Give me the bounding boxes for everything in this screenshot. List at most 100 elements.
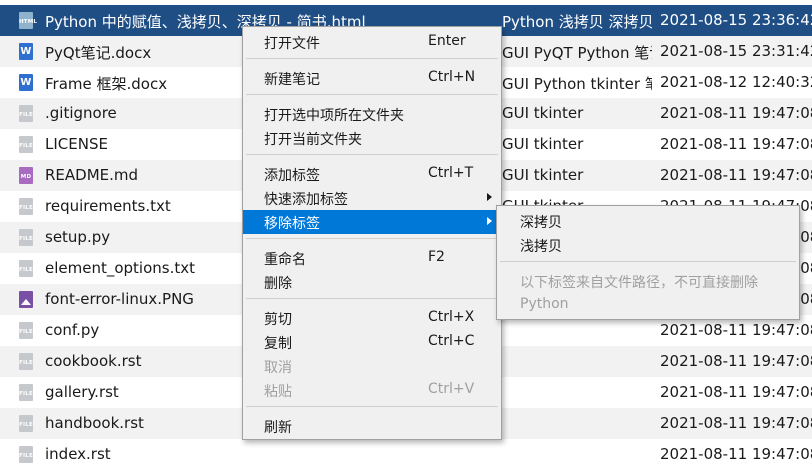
file-modified-date: 2021-08-15 23:31:42 <box>660 42 812 60</box>
submenu-item-label: 以下标签来自文件路径，不可直接删除 <box>520 275 758 291</box>
remove-tag-submenu: 深拷贝浅拷贝以下标签来自文件路径，不可直接删除 Python <box>496 205 800 320</box>
menu-item-shortcut: Enter <box>428 33 466 49</box>
submenu-item-label: 浅拷贝 <box>520 239 562 255</box>
menu-item[interactable]: 移除标签 <box>243 210 501 234</box>
file-name: LICENSE <box>45 135 108 153</box>
menu-item-shortcut: F2 <box>428 249 445 265</box>
file-name: setup.py <box>45 228 111 246</box>
file-name: Frame 框架.docx <box>45 75 168 93</box>
menu-separator <box>246 58 498 59</box>
generic-file-icon: FILE <box>19 322 33 339</box>
file-tags: GUI PyQT Python 笔记 <box>502 44 652 62</box>
file-row[interactable]: FILE index.rst 2021-08-11 19:47:08 <box>0 439 812 470</box>
menu-item-label: 新建笔记 <box>264 72 320 88</box>
menu-item-shortcut: Ctrl+T <box>428 165 474 181</box>
menu-item-label: 打开文件 <box>264 36 320 52</box>
menu-item-label: 打开当前文件夹 <box>264 132 362 148</box>
menu-separator <box>500 261 796 262</box>
file-modified-date: 2021-08-15 23:36:42 <box>660 11 812 29</box>
menu-item: 取消 <box>243 354 501 378</box>
menu-item[interactable]: 删除 <box>243 270 501 294</box>
generic-file-icon: FILE <box>19 260 33 277</box>
markdown-file-icon: MD <box>19 167 33 184</box>
file-modified-date: 2021-08-12 12:40:32 <box>660 73 812 91</box>
menu-item-label: 剪切 <box>264 312 292 328</box>
menu-item[interactable]: 打开文件 Enter <box>243 30 501 54</box>
submenu-item: Python <box>497 293 799 317</box>
file-modified-date: 2021-08-11 19:47:08 <box>660 166 812 184</box>
generic-file-icon: FILE <box>19 353 33 370</box>
menu-item-label: 粘贴 <box>264 384 292 400</box>
menu-item-label: 添加标签 <box>264 168 320 184</box>
menu-item-shortcut: Ctrl+V <box>428 381 475 397</box>
menu-item-label: 重命名 <box>264 252 306 268</box>
menu-item[interactable]: 复制 Ctrl+C <box>243 330 501 354</box>
file-modified-date: 2021-08-11 19:47:08 <box>660 383 812 401</box>
menu-separator <box>246 406 498 407</box>
menu-item[interactable]: 添加标签 Ctrl+T <box>243 162 501 186</box>
word-file-icon: W <box>19 74 33 91</box>
file-tags: GUI tkinter <box>502 166 584 184</box>
menu-item-label: 删除 <box>264 276 292 292</box>
generic-file-icon: FILE <box>19 229 33 246</box>
menu-separator <box>246 238 498 239</box>
file-modified-date: 2021-08-11 19:47:08 <box>660 414 812 432</box>
menu-item[interactable]: 刷新 <box>243 414 501 438</box>
menu-item[interactable]: 快速添加标签 <box>243 186 501 210</box>
file-name: requirements.txt <box>45 197 171 215</box>
word-file-icon: W <box>19 43 33 60</box>
menu-item-label: 移除标签 <box>264 216 320 232</box>
menu-item-label: 打开选中项所在文件夹 <box>264 108 404 124</box>
generic-file-icon: FILE <box>19 136 33 153</box>
submenu-item-label: 深拷贝 <box>520 215 562 231</box>
generic-file-icon: FILE <box>19 198 33 215</box>
file-name: PyQt笔记.docx <box>45 44 152 62</box>
menu-item-shortcut: Ctrl+N <box>428 69 476 85</box>
file-name: gallery.rst <box>45 383 119 401</box>
file-tags: GUI tkinter <box>502 135 584 153</box>
generic-file-icon: FILE <box>19 384 33 401</box>
menu-item-shortcut: Ctrl+X <box>428 309 475 325</box>
generic-file-icon: FILE <box>19 105 33 122</box>
file-tags: GUI Python tkinter 笔记 <box>502 75 652 93</box>
menu-item-label: 取消 <box>264 360 292 376</box>
menu-item[interactable]: 打开当前文件夹 <box>243 126 501 150</box>
file-name: element_options.txt <box>45 259 196 277</box>
submenu-item: 以下标签来自文件路径，不可直接删除 <box>497 269 799 293</box>
menu-item: 粘贴 Ctrl+V <box>243 378 501 402</box>
menu-item-label: 复制 <box>264 336 292 352</box>
file-name: conf.py <box>45 321 100 339</box>
file-tags: Python 浅拷贝 深拷贝 <box>502 13 652 31</box>
file-name: index.rst <box>45 445 111 463</box>
menu-item-label: 刷新 <box>264 420 292 436</box>
generic-file-icon: FILE <box>19 415 33 432</box>
file-modified-date: 2021-08-11 19:47:08 <box>660 104 812 122</box>
menu-separator <box>246 94 498 95</box>
menu-item-shortcut: Ctrl+C <box>428 333 475 349</box>
file-tags: GUI tkinter <box>502 104 584 122</box>
file-modified-date: 2021-08-11 19:47:08 <box>660 321 812 339</box>
submenu-arrow-icon <box>487 193 492 201</box>
submenu-item-label: Python <box>520 296 569 312</box>
menu-item-label: 快速添加标签 <box>264 192 348 208</box>
file-modified-date: 2021-08-11 19:47:08 <box>660 352 812 370</box>
file-name: font-error-linux.PNG <box>45 290 194 308</box>
image-file-icon <box>19 291 33 308</box>
file-modified-date: 2021-08-11 19:47:08 <box>660 445 812 463</box>
submenu-item[interactable]: 深拷贝 <box>497 209 799 233</box>
submenu-arrow-icon <box>487 217 492 225</box>
menu-item[interactable]: 打开选中项所在文件夹 <box>243 102 501 126</box>
file-modified-date: 2021-08-11 19:47:08 <box>660 135 812 153</box>
submenu-item[interactable]: 浅拷贝 <box>497 233 799 257</box>
generic-file-icon: FILE <box>19 446 33 463</box>
menu-separator <box>246 298 498 299</box>
menu-item[interactable]: 重命名 F2 <box>243 246 501 270</box>
html-file-icon: HTML <box>19 12 37 29</box>
file-name: handbook.rst <box>45 414 144 432</box>
file-name: .gitignore <box>45 104 117 122</box>
menu-item[interactable]: 新建笔记 Ctrl+N <box>243 66 501 90</box>
menu-item[interactable]: 剪切 Ctrl+X <box>243 306 501 330</box>
context-menu: 打开文件 Enter 新建笔记 Ctrl+N 打开选中项所在文件夹 打开当前文件夹 添加标签… <box>242 26 502 440</box>
file-name: README.md <box>45 166 139 184</box>
file-name: cookbook.rst <box>45 352 142 370</box>
